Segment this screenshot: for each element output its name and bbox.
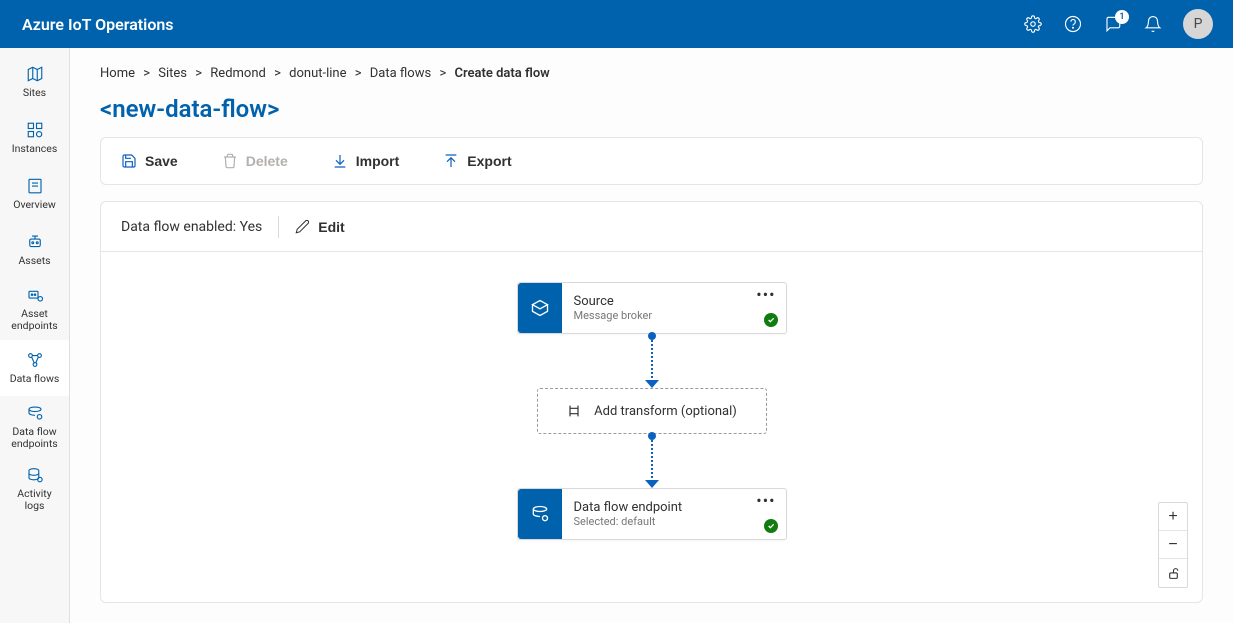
sidebar-item-label: Data flows [10,373,60,385]
breadcrumb-current: Create data flow [454,66,549,81]
source-title: Source [574,294,774,309]
feedback-badge: 1 [1115,10,1129,24]
sidebar-item-label: Overview [13,199,56,211]
canvas-body[interactable]: Source Message broker ••• Add transform … [101,252,1202,602]
data-flow-endpoints-icon [26,404,44,422]
sidebar-item-label: Data flow endpoints [11,426,57,449]
source-more-icon[interactable]: ••• [756,287,775,303]
delete-button: Delete [222,153,288,169]
connector [651,436,653,486]
lock-icon [1167,567,1180,580]
endpoint-node[interactable]: Data flow endpoint Selected: default ••• [517,488,787,540]
sidebar-item-assets[interactable]: Assets [0,222,69,278]
source-icon [518,283,562,333]
import-button[interactable]: Import [332,153,400,169]
asset-endpoints-icon [26,286,44,304]
canvas-header: Data flow enabled: Yes Edit [101,202,1202,252]
edit-label: Edit [318,219,344,235]
endpoint-title: Data flow endpoint [574,500,774,515]
feedback-icon[interactable]: 1 [1103,14,1123,34]
breadcrumb-item[interactable]: Sites [158,66,187,81]
assets-robot-icon [26,233,44,251]
sidebar-item-data-flow-endpoints[interactable]: Data flow endpoints [0,396,69,458]
sidebar-item-asset-endpoints[interactable]: Asset endpoints [0,278,69,340]
sidebar-item-label: Sites [23,87,46,99]
breadcrumb-item[interactable]: Redmond [210,66,266,81]
breadcrumb-sep: > [434,66,451,81]
delete-label: Delete [246,153,288,169]
breadcrumb-sep: > [138,66,155,81]
check-icon [764,519,778,533]
export-button[interactable]: Export [443,153,511,169]
breadcrumb: Home > Sites > Redmond > donut-line > Da… [100,66,1203,81]
sites-map-icon [26,65,44,83]
zoom-controls: + − [1158,502,1188,588]
sidebar-item-label: Assets [18,255,50,267]
page-title: <new-data-flow> [100,95,1203,123]
toolbar: Save Delete Import Export [100,137,1203,185]
gear-icon[interactable] [1023,14,1043,34]
zoom-fit-button[interactable] [1159,559,1187,587]
sidebar-item-activity-logs[interactable]: Activity logs [0,458,69,520]
breadcrumb-sep: > [190,66,207,81]
zoom-out-button[interactable]: − [1159,531,1187,559]
divider [278,216,279,238]
save-label: Save [145,153,178,169]
sidebar-item-data-flows[interactable]: Data flows [0,340,69,396]
add-transform-label: Add transform (optional) [594,404,737,419]
transform-icon [566,403,582,419]
data-flow-enabled-label: Data flow enabled: Yes [121,219,262,235]
breadcrumb-item[interactable]: donut-line [289,66,346,81]
endpoint-subtitle: Selected: default [574,515,774,528]
activity-logs-icon [26,466,44,484]
main-content: Home > Sites > Redmond > donut-line > Da… [70,48,1233,623]
trash-icon [222,153,238,169]
breadcrumb-sep: > [269,66,286,81]
pencil-icon [295,219,310,234]
sidebar-item-instances[interactable]: Instances [0,110,69,166]
sidebar-item-label: Instances [12,143,58,155]
export-label: Export [467,153,511,169]
breadcrumb-item[interactable]: Home [100,66,135,81]
breadcrumb-item[interactable]: Data flows [370,66,431,81]
check-icon [764,313,778,327]
add-transform-node[interactable]: Add transform (optional) [537,388,767,434]
save-button[interactable]: Save [121,153,178,169]
endpoint-more-icon[interactable]: ••• [756,493,775,509]
source-node[interactable]: Source Message broker ••• [517,282,787,334]
canvas: Data flow enabled: Yes Edit Source Messa… [100,201,1203,603]
header-actions: 1 P [1023,9,1213,39]
sidebar-item-sites[interactable]: Sites [0,54,69,110]
app-title: Azure IoT Operations [22,15,174,34]
save-icon [121,153,137,169]
source-subtitle: Message broker [574,309,774,322]
avatar[interactable]: P [1183,9,1213,39]
edit-button[interactable]: Edit [295,219,344,235]
upload-icon [443,153,459,169]
connector [651,336,653,386]
sidebar: Sites Instances Overview Assets Asset en… [0,48,70,623]
help-icon[interactable] [1063,14,1083,34]
instances-grid-icon [26,121,44,139]
sidebar-item-label: Activity logs [17,488,51,511]
global-header: Azure IoT Operations 1 P [0,0,1233,48]
sidebar-item-overview[interactable]: Overview [0,166,69,222]
sidebar-item-label: Asset endpoints [11,308,57,331]
endpoint-icon [518,489,562,539]
zoom-in-button[interactable]: + [1159,503,1187,531]
import-label: Import [356,153,400,169]
download-icon [332,153,348,169]
breadcrumb-sep: > [350,66,367,81]
bell-icon[interactable] [1143,14,1163,34]
overview-page-icon [26,177,44,195]
data-flows-icon [26,351,44,369]
